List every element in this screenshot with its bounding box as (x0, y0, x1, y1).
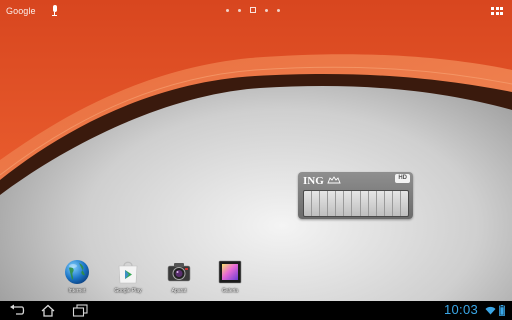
app-label: Google Play (114, 288, 142, 294)
lion-icon (327, 176, 341, 184)
camera-icon (167, 263, 191, 282)
wifi-icon (485, 306, 496, 315)
home-icon[interactable] (40, 304, 56, 317)
ing-widget[interactable]: ING HD (298, 172, 413, 219)
app-label: Internet (68, 288, 86, 294)
app-label: Aparat (171, 288, 187, 294)
battery-icon (499, 305, 505, 316)
gallery-icon (218, 260, 242, 284)
google-search-bar[interactable]: Google (6, 4, 58, 18)
app-internet[interactable]: Internet (60, 258, 94, 298)
all-apps-button[interactable] (491, 7, 503, 16)
page-dot (238, 8, 241, 12)
hd-badge: HD (395, 174, 410, 183)
app-google-play[interactable]: Google Play (111, 258, 145, 298)
page-dot-active (250, 7, 256, 13)
play-store-icon (118, 261, 138, 284)
recent-apps-icon[interactable] (72, 304, 88, 317)
page-dot (265, 8, 268, 12)
system-navigation-bar: 10:03 (0, 301, 512, 320)
page-dot (277, 8, 280, 12)
app-label: Galeria (221, 288, 239, 294)
app-camera[interactable]: Aparat (162, 258, 196, 298)
page-indicator (226, 7, 280, 13)
google-label[interactable]: Google (6, 6, 36, 16)
ing-logo: ING (303, 175, 324, 187)
globe-icon (65, 260, 89, 284)
back-icon[interactable] (9, 304, 25, 317)
page-dot (226, 8, 229, 12)
app-gallery[interactable]: Galeria (213, 258, 247, 298)
clock[interactable]: 10:03 (444, 302, 478, 317)
ing-display (303, 190, 409, 217)
wallpaper (0, 0, 512, 301)
microphone-icon[interactable] (52, 5, 58, 17)
